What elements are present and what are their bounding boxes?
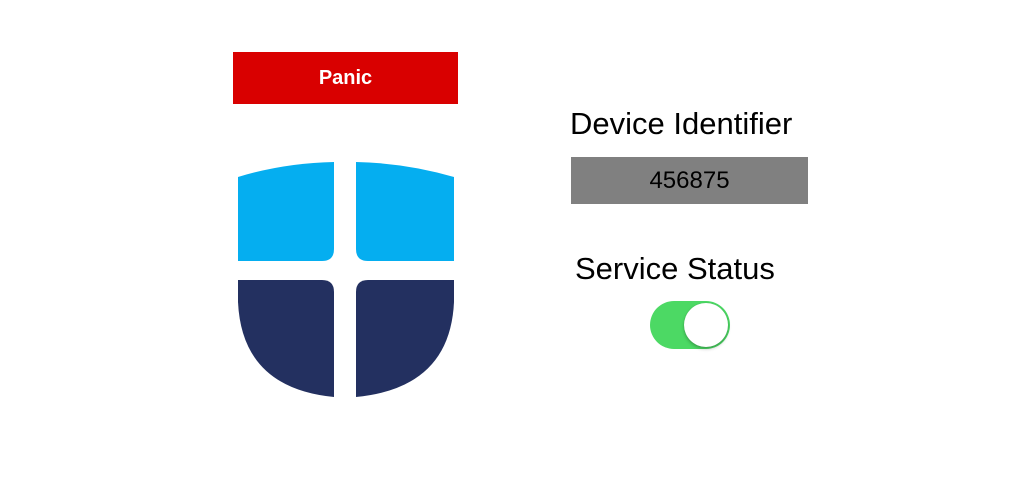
service-status-toggle[interactable] [650,301,730,349]
shield-top-left-quadrant [238,162,334,261]
panic-button[interactable]: Panic [233,52,458,104]
shield-bottom-left-quadrant [238,280,334,397]
toggle-knob [684,303,728,347]
shield-icon [238,162,454,397]
device-identifier-label: Device Identifier [570,106,793,141]
device-identifier-value: 456875 [571,157,808,204]
shield-top-right-quadrant [356,162,454,261]
service-status-label: Service Status [575,251,775,286]
shield-bottom-right-quadrant [356,280,454,397]
